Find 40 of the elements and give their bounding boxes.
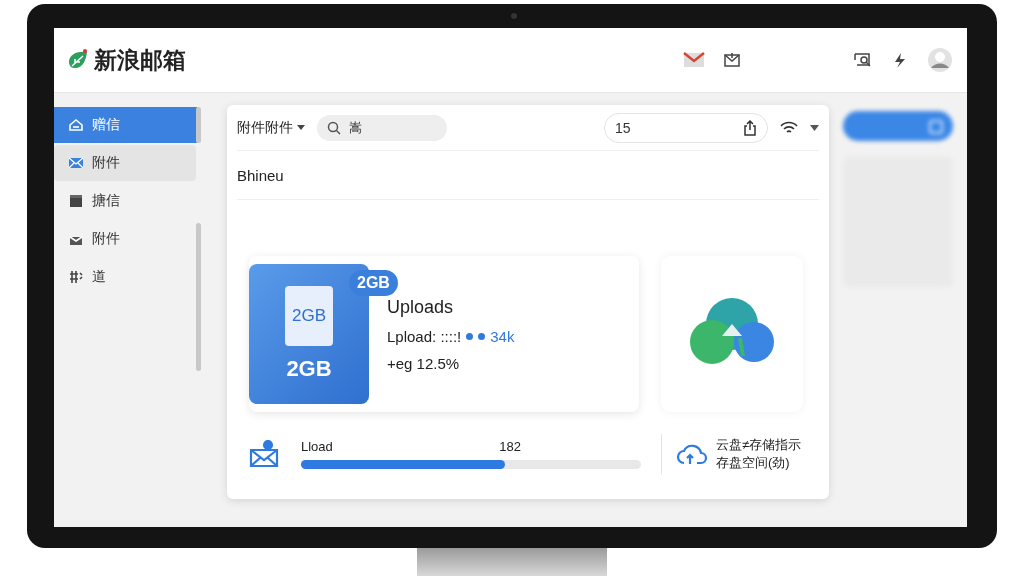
share-icon[interactable] [743, 119, 757, 136]
app-logo: 新浪邮箱 [94, 45, 186, 75]
upload-status: Lpload: ::::! [387, 327, 462, 345]
search-icon [327, 120, 341, 135]
sidebar-item[interactable]: 道 [54, 259, 196, 295]
subject-text: Bhineu [237, 151, 819, 200]
caret-icon[interactable] [810, 124, 819, 131]
home-icon [68, 117, 84, 133]
upload-speed: 34k [490, 327, 515, 345]
upload-title: Uploads [387, 296, 455, 318]
inbox-icon[interactable] [723, 51, 741, 69]
progress-value: 182 [499, 439, 521, 454]
wifi-icon [780, 120, 798, 135]
mail-icon [68, 155, 84, 171]
folder-dropdown[interactable]: 附件附件 [237, 118, 305, 137]
scrollbar-thumb[interactable] [196, 223, 201, 371]
cloud-upload-icon [676, 443, 708, 465]
dot-icon [478, 332, 486, 340]
camera-icon [511, 13, 517, 19]
grid-icon [68, 269, 84, 285]
sidebar-item[interactable]: 附件 [54, 145, 196, 181]
mail-icon[interactable] [683, 51, 705, 69]
storage-text: 云盘≠存储指示 存盘空间(劲) [716, 436, 802, 472]
avatar-icon[interactable] [927, 47, 953, 73]
scrollbar-thumb[interactable] [196, 107, 201, 143]
sidebar-item[interactable]: 搪信 [54, 183, 196, 219]
size-badge: 2GB [349, 270, 398, 296]
scan-icon[interactable] [853, 51, 873, 69]
search-field[interactable]: 嵩 [317, 114, 447, 141]
caret-icon [297, 125, 305, 130]
upload-percent: +eg 12.5% [387, 354, 461, 372]
sidebar-item[interactable]: 附件 [54, 221, 196, 257]
dot-icon [466, 332, 474, 340]
file-size: 2GB [286, 356, 332, 382]
mail-user-icon [249, 440, 279, 468]
document-icon: 2GB [285, 286, 333, 346]
compose-button[interactable] [843, 111, 953, 141]
sidebar-item[interactable]: 赠信 [54, 107, 197, 143]
progress-label: Lload [301, 439, 333, 454]
clapper-icon [68, 193, 84, 209]
